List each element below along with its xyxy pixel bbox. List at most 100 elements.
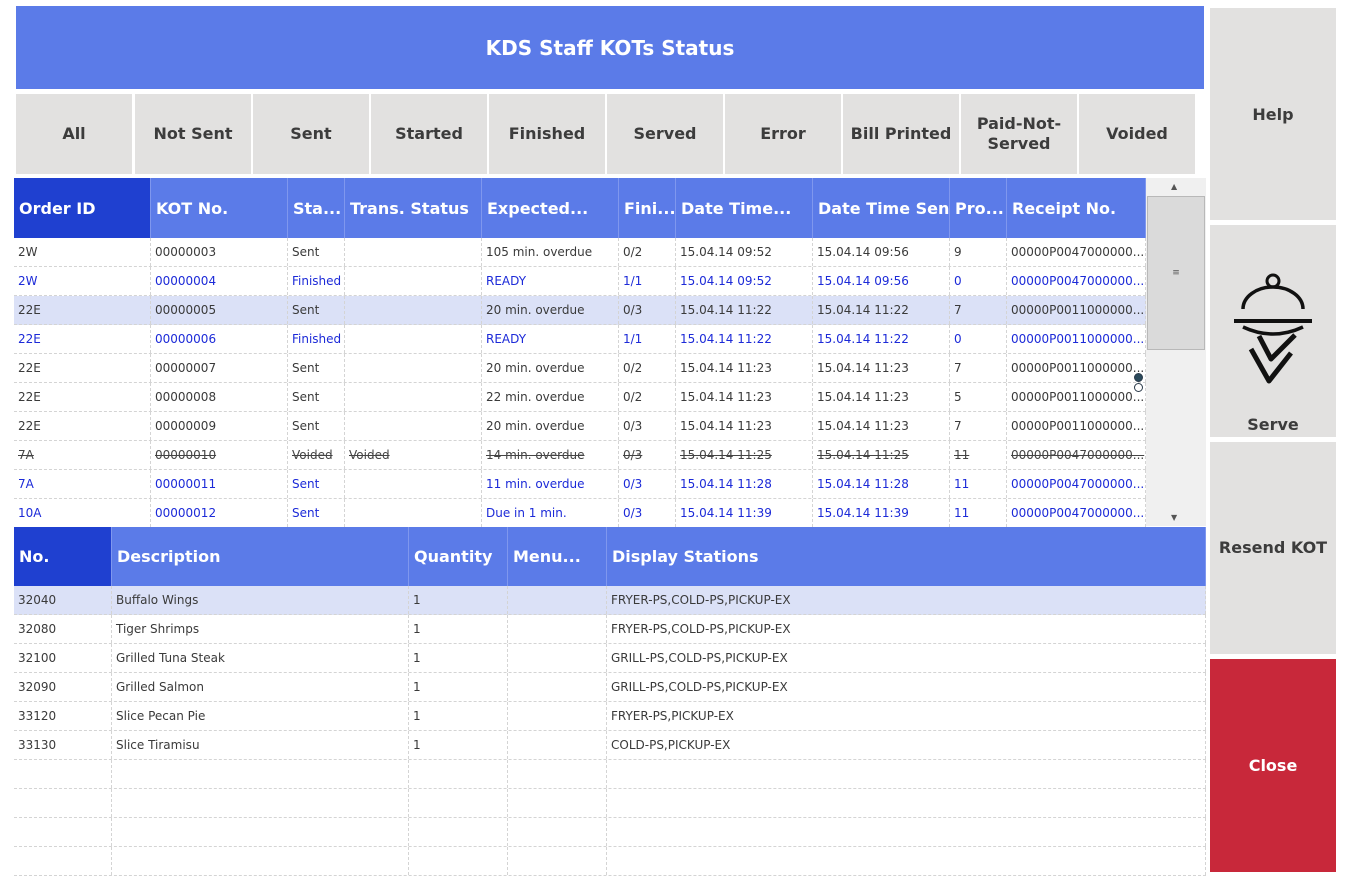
kot-cell: 15.04.14 09:52 <box>676 238 813 266</box>
kot-cell: 22E <box>14 296 151 324</box>
kot-cell: 0/3 <box>619 412 676 440</box>
kot-column-header[interactable]: Date Time Sent <box>813 178 950 238</box>
kot-row[interactable]: 22E 00000006 Finished READY 1/1 15.04.14 11:2… <box>14 325 1146 354</box>
item-row[interactable]: 33130 Slice Tiramisu 1 COLD-PS,PICKUP-EX <box>14 731 1206 760</box>
item-cell <box>508 644 607 672</box>
page-dot-active <box>1134 373 1143 382</box>
kot-cell: 00000003 <box>151 238 288 266</box>
kot-cell: 9 <box>950 238 1007 266</box>
scroll-up-icon[interactable]: ▲ <box>1171 182 1177 191</box>
kot-scrollbar[interactable]: ▲ ≡ ▼ <box>1146 178 1206 526</box>
items-column-header[interactable]: Display Stations <box>607 527 1206 586</box>
kot-row[interactable]: 22E 00000008 Sent 22 min. overdue 0/2 15.04.1… <box>14 383 1146 412</box>
item-cell: 1 <box>409 731 508 759</box>
item-cell: 1 <box>409 586 508 614</box>
kot-row[interactable]: 22E 00000007 Sent 20 min. overdue 0/2 15.04.1… <box>14 354 1146 383</box>
kot-column-header[interactable]: Expected... <box>482 178 619 238</box>
kot-row[interactable]: 7A 00000011 Sent 11 min. overdue 0/3 15.04.14… <box>14 470 1146 499</box>
page-dot <box>1134 383 1143 392</box>
item-row[interactable]: 32100 Grilled Tuna Steak 1 GRILL-PS,COLD-PS… <box>14 644 1206 673</box>
kot-cell: 00000008 <box>151 383 288 411</box>
item-row[interactable]: 32090 Grilled Salmon 1 GRILL-PS,COLD-PS,PIC… <box>14 673 1206 702</box>
close-button[interactable]: Close <box>1210 659 1336 872</box>
kot-cell: READY <box>482 267 619 295</box>
item-row[interactable] <box>14 760 1206 789</box>
item-row[interactable] <box>14 789 1206 818</box>
kot-cell: Finished <box>288 267 345 295</box>
kot-cell: 15.04.14 11:22 <box>813 296 950 324</box>
kot-cell: 00000P0047000000... <box>1007 441 1146 469</box>
kot-column-header[interactable]: Pro... <box>950 178 1007 238</box>
items-column-header[interactable]: Menu... <box>508 527 607 586</box>
filter-button[interactable]: Paid-Not-Served <box>961 94 1077 174</box>
kot-row[interactable]: 22E 00000009 Sent 20 min. overdue 0/3 15.04.1… <box>14 412 1146 441</box>
scroll-down-icon[interactable]: ▼ <box>1171 513 1177 522</box>
items-column-header[interactable]: Quantity <box>409 527 508 586</box>
kot-row[interactable]: 10A 00000012 Sent Due in 1 min. 0/3 15.04.14 … <box>14 499 1146 528</box>
items-column-header[interactable]: No. <box>14 527 112 586</box>
item-cell <box>508 731 607 759</box>
kot-cell: 00000005 <box>151 296 288 324</box>
kot-cell: 22E <box>14 354 151 382</box>
kot-row[interactable]: 22E 00000005 Sent 20 min. overdue 0/3 15.04.1… <box>14 296 1146 325</box>
filter-button[interactable]: Sent <box>253 94 369 174</box>
kot-cell <box>345 412 482 440</box>
grip-icon: ≡ <box>1172 268 1180 278</box>
kot-row[interactable]: 7A 00000010 Voided Voided 14 min. overdue 0/3… <box>14 441 1146 470</box>
kot-cell: 22E <box>14 412 151 440</box>
item-cell: GRILL-PS,COLD-PS,PICKUP-EX <box>607 644 1206 672</box>
kot-cell: 00000P0047000000... <box>1007 238 1146 266</box>
kot-column-header[interactable]: KOT No. <box>151 178 288 238</box>
kot-column-header[interactable]: Order ID <box>14 178 151 238</box>
scroll-thumb[interactable]: ≡ <box>1147 196 1205 350</box>
items-column-header[interactable]: Description <box>112 527 409 586</box>
item-cell <box>14 847 112 875</box>
kot-cell: 2W <box>14 267 151 295</box>
item-row[interactable] <box>14 847 1206 876</box>
resend-kot-button[interactable]: Resend KOT <box>1210 442 1336 654</box>
kot-table-header: Order ID KOT No. Sta... Trans. Status Expect… <box>14 178 1146 238</box>
kot-column-header[interactable]: Trans. Status <box>345 178 482 238</box>
status-filter-bar: All Not Sent Sent Started Finished Served Erro… <box>16 94 1206 174</box>
kot-column-header[interactable]: Date Time... <box>676 178 813 238</box>
filter-button[interactable]: Served <box>607 94 723 174</box>
filter-button[interactable]: Started <box>371 94 487 174</box>
kot-cell: 2W <box>14 238 151 266</box>
kot-cell: 00000011 <box>151 470 288 498</box>
kot-column-header[interactable]: Fini... <box>619 178 676 238</box>
kot-cell: 15.04.14 09:56 <box>813 238 950 266</box>
kot-cell: 15.04.14 11:23 <box>813 383 950 411</box>
kot-cell: 00000P0047000000... <box>1007 470 1146 498</box>
kot-row[interactable]: 2W 00000003 Sent 105 min. overdue 0/2 15.04.1… <box>14 238 1146 267</box>
filter-button[interactable]: Not Sent <box>135 94 251 174</box>
filter-button[interactable]: Finished <box>489 94 605 174</box>
item-row[interactable] <box>14 818 1206 847</box>
item-cell <box>112 818 409 846</box>
kot-column-header[interactable]: Receipt No. <box>1007 178 1146 238</box>
item-cell <box>508 847 607 875</box>
kot-cell <box>345 499 482 527</box>
help-button[interactable]: Help <box>1210 8 1336 220</box>
kot-cell: 00000P0011000000... <box>1007 412 1146 440</box>
kot-cell: 5 <box>950 383 1007 411</box>
item-cell: 32100 <box>14 644 112 672</box>
kot-cell <box>345 383 482 411</box>
item-row[interactable]: 32040 Buffalo Wings 1 FRYER-PS,COLD-PS,PICK… <box>14 586 1206 615</box>
serve-button[interactable]: Serve <box>1210 225 1336 437</box>
kot-cell: 15.04.14 11:22 <box>676 325 813 353</box>
kot-cell: 0/3 <box>619 499 676 527</box>
kot-cell: 0/3 <box>619 296 676 324</box>
filter-button[interactable]: Bill Printed <box>843 94 959 174</box>
item-row[interactable]: 33120 Slice Pecan Pie 1 FRYER-PS,PICKUP-EX <box>14 702 1206 731</box>
kot-column-header[interactable]: Sta... <box>288 178 345 238</box>
filter-button[interactable]: Voided <box>1079 94 1195 174</box>
item-cell: 32080 <box>14 615 112 643</box>
item-cell: 33130 <box>14 731 112 759</box>
kot-row[interactable]: 2W 00000004 Finished READY 1/1 15.04.14 09:52… <box>14 267 1146 296</box>
item-row[interactable]: 32080 Tiger Shrimps 1 FRYER-PS,COLD-PS,PICK… <box>14 615 1206 644</box>
item-cell: COLD-PS,PICKUP-EX <box>607 731 1206 759</box>
item-cell: Grilled Tuna Steak <box>112 644 409 672</box>
kot-cell: 15.04.14 11:28 <box>813 470 950 498</box>
filter-button[interactable]: All <box>16 94 132 174</box>
filter-button[interactable]: Error <box>725 94 841 174</box>
